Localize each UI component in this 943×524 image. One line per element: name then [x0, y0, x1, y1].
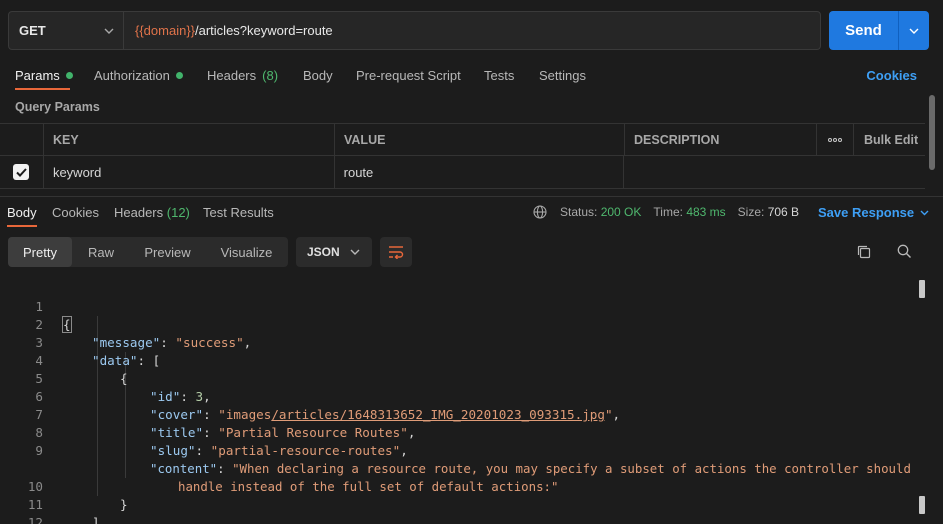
tab-params-label: Params: [15, 68, 60, 83]
method-select[interactable]: GET: [9, 12, 124, 49]
code-line: 1 {: [0, 280, 915, 333]
param-value-input[interactable]: route: [335, 156, 625, 188]
url-variable: {{domain}}: [135, 23, 196, 38]
code-line: 3 "data": [: [0, 316, 915, 368]
code-line: 11 ]: [0, 478, 915, 524]
size-value[interactable]: 706 B: [768, 205, 799, 219]
url-input[interactable]: {{domain}}/articles?keyword=route: [124, 12, 820, 49]
status-label: Status:: [560, 205, 598, 219]
tab-response-headers[interactable]: Headers (12): [114, 205, 190, 220]
tab-authorization[interactable]: Authorization: [94, 68, 183, 83]
param-enabled-checkbox[interactable]: [13, 164, 30, 180]
param-key-input[interactable]: keyword: [44, 156, 335, 188]
view-mode-toggle: Pretty Raw Preview Visualize: [8, 237, 288, 267]
column-header-value: VALUE: [335, 124, 625, 155]
code-line: 5 "id": 3,: [0, 352, 915, 404]
response-status: Status: 200 OK Time: 483 ms Size: 706 B: [533, 205, 799, 219]
checkmark-icon: [16, 167, 27, 177]
code-line: 8 "slug": "partial-resource-routes",: [0, 406, 915, 458]
code-line: 9 "content": "When declaring a resource …: [0, 424, 915, 476]
chevron-down-icon: [350, 249, 360, 255]
view-mode-raw[interactable]: Raw: [72, 237, 130, 267]
code-line: 10 }: [0, 460, 915, 512]
tab-response-cookies[interactable]: Cookies: [52, 205, 99, 220]
response-body-viewer[interactable]: 1 { 2 "message": "success", 3 "data": [ …: [0, 280, 925, 524]
param-description-input[interactable]: [624, 156, 925, 188]
response-tabs: Body Cookies Headers (12) Test Results: [0, 205, 943, 225]
time-value[interactable]: 483 ms: [686, 205, 725, 219]
copy-icon: [857, 245, 871, 259]
code-line: 12 }: [0, 496, 915, 524]
active-response-tab-indicator: [7, 225, 37, 227]
scrollbar-thumb-top[interactable]: [919, 280, 925, 298]
row-checkbox-cell: [0, 156, 44, 188]
code-line: 6 "cover": "images/articles/1648313652_I…: [0, 370, 915, 422]
code-line: 7 "title": "Partial Resource Routes",: [0, 388, 915, 440]
tab-params[interactable]: Params: [15, 68, 73, 83]
wrap-lines-icon: [389, 246, 404, 259]
size-label: Size:: [737, 205, 765, 219]
cookies-link[interactable]: Cookies: [866, 68, 917, 83]
code-line: 4 {: [0, 334, 915, 386]
tab-test-results[interactable]: Test Results: [203, 205, 274, 220]
authorization-active-dot: [175, 72, 183, 79]
tab-headers-label: Headers: [207, 68, 257, 83]
send-options-button[interactable]: [898, 11, 929, 50]
tab-response-body[interactable]: Body: [7, 205, 37, 220]
tab-authorization-label: Authorization: [94, 68, 170, 83]
tab-response-headers-label: Headers: [114, 205, 164, 220]
status-value[interactable]: 200 OK: [601, 205, 642, 219]
code-line: handle instead of the full set of defaul…: [0, 442, 915, 494]
send-group: Send: [829, 11, 929, 50]
params-active-dot: [65, 72, 73, 79]
pane-divider[interactable]: [0, 196, 943, 197]
code-line: 2 "message": "success",: [0, 298, 915, 350]
request-bar: GET {{domain}}/articles?keyword=route: [8, 11, 821, 50]
search-icon: [897, 244, 911, 258]
tab-tests[interactable]: Tests: [484, 68, 514, 83]
view-mode-pretty[interactable]: Pretty: [8, 237, 72, 267]
format-select[interactable]: JSON: [296, 237, 372, 267]
column-header-description: DESCRIPTION: [625, 124, 817, 155]
time-label: Time:: [653, 205, 683, 219]
line-number: 12: [27, 515, 43, 524]
active-tab-indicator: [15, 88, 70, 90]
tab-body[interactable]: Body: [303, 68, 333, 83]
chevron-down-icon: [104, 28, 114, 34]
tab-prerequest-script[interactable]: Pre-request Script: [356, 68, 461, 83]
tab-settings[interactable]: Settings: [539, 68, 586, 83]
header-checkbox-cell: [0, 124, 44, 155]
wrap-lines-button[interactable]: [380, 237, 412, 267]
chevron-down-icon: [909, 28, 919, 34]
ellipsis-icon: [828, 137, 842, 142]
table-row: keyword route: [0, 156, 925, 189]
search-button[interactable]: [897, 244, 912, 262]
format-value: JSON: [307, 245, 340, 259]
bulk-edit-button[interactable]: Bulk Edit: [854, 124, 925, 155]
view-mode-preview[interactable]: Preview: [130, 237, 205, 267]
chevron-down-icon: [920, 210, 929, 215]
view-mode-visualize[interactable]: Visualize: [205, 237, 288, 267]
query-params-table: KEY VALUE DESCRIPTION Bulk Edit keyword …: [0, 123, 925, 189]
save-response-button[interactable]: Save Response: [818, 205, 929, 220]
request-tabs: Params Authorization Headers (8) Body Pre…: [0, 60, 943, 92]
response-headers-count: (12): [166, 205, 190, 220]
query-params-label: Query Params: [15, 100, 100, 114]
more-options-button[interactable]: [817, 124, 854, 155]
scrollbar-thumb-bottom[interactable]: [919, 496, 925, 514]
table-header-row: KEY VALUE DESCRIPTION Bulk Edit: [0, 123, 925, 156]
copy-button[interactable]: [856, 244, 872, 263]
send-button[interactable]: Send: [829, 11, 898, 50]
url-path: /articles?keyword=route: [195, 23, 333, 38]
params-scrollbar[interactable]: [929, 95, 935, 170]
method-value: GET: [19, 23, 46, 38]
save-response-label: Save Response: [818, 205, 915, 220]
headers-count: (8): [262, 68, 279, 83]
globe-icon[interactable]: [533, 205, 547, 219]
column-header-key: KEY: [44, 124, 335, 155]
tab-headers[interactable]: Headers (8): [207, 68, 278, 83]
